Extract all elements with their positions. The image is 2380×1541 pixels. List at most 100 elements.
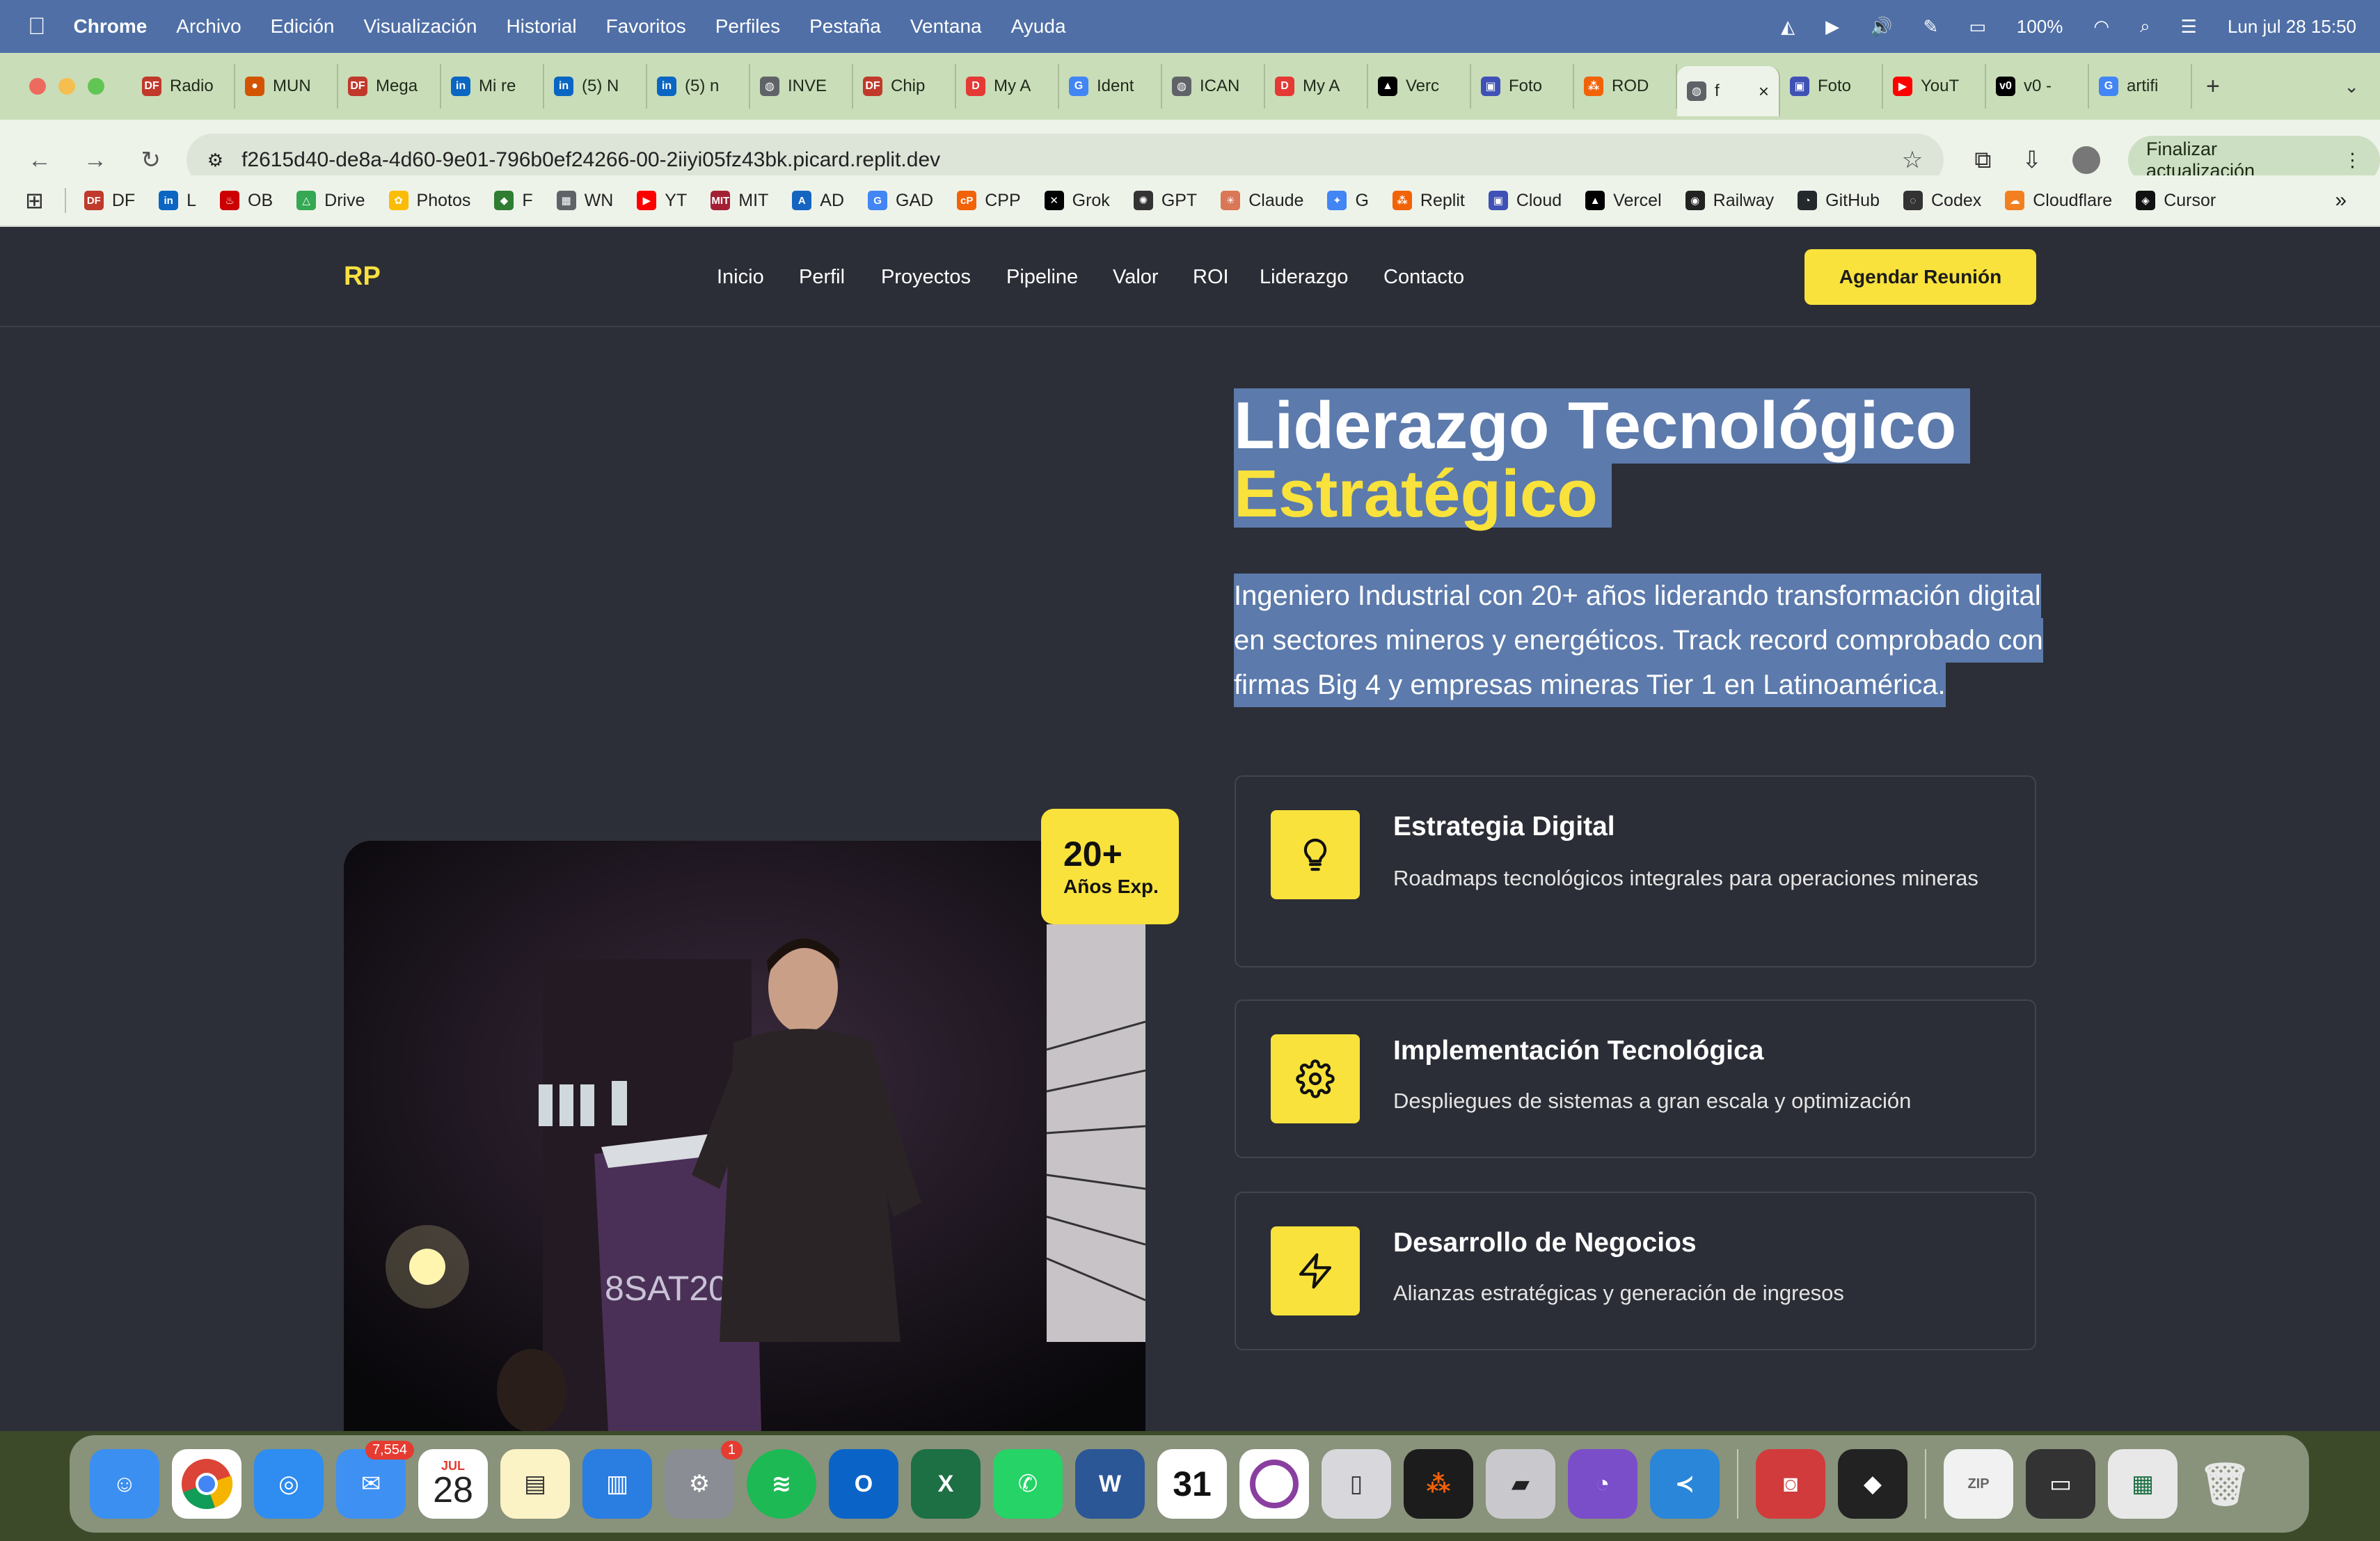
menu-visualizacion[interactable]: Visualización bbox=[364, 15, 477, 38]
whatsapp-app-icon[interactable]: ✆ bbox=[993, 1449, 1063, 1519]
bookmark-item[interactable]: △ Drive bbox=[296, 191, 365, 211]
control-center-icon[interactable]: ☰ bbox=[2181, 16, 2197, 38]
parallels-app-icon[interactable]: ▰ bbox=[1486, 1449, 1555, 1519]
bookmark-item[interactable]: ◈ Cursor bbox=[2136, 191, 2216, 211]
outlook-app-icon[interactable]: O bbox=[829, 1449, 898, 1519]
back-arrow-icon[interactable]: ← bbox=[24, 147, 56, 174]
browser-tab[interactable]: DF Chip bbox=[853, 64, 956, 109]
browser-tab[interactable]: D My A bbox=[1265, 64, 1368, 109]
bookmark-item[interactable]: ☁ Cloudflare bbox=[2005, 191, 2112, 211]
bookmark-item[interactable]: G GAD bbox=[868, 191, 933, 211]
nav-proyectos[interactable]: Proyectos bbox=[881, 266, 971, 289]
forward-arrow-icon[interactable]: → bbox=[79, 147, 111, 174]
profile-avatar[interactable] bbox=[2072, 146, 2100, 174]
bookmark-item[interactable]: DF DF bbox=[84, 191, 135, 211]
drive-status-icon[interactable]: ◭ bbox=[1781, 16, 1795, 38]
battery-percent[interactable]: 100% bbox=[2017, 16, 2063, 38]
browser-tab[interactable]: ● MUN bbox=[235, 64, 338, 109]
menu-edicion[interactable]: Edición bbox=[271, 15, 335, 38]
nav-valor[interactable]: Valor bbox=[1113, 266, 1159, 289]
zip-archive-icon[interactable]: ZIP bbox=[1944, 1449, 2013, 1519]
menu-archivo[interactable]: Archivo bbox=[176, 15, 241, 38]
bookmark-item[interactable]: ◆ F bbox=[494, 191, 533, 211]
menu-ayuda[interactable]: Ayuda bbox=[1011, 15, 1066, 38]
close-window-button[interactable] bbox=[29, 78, 46, 95]
extensions-icon[interactable]: ⧉ bbox=[1974, 147, 1991, 174]
browser-tab[interactable]: ▣ Foto bbox=[1780, 64, 1883, 109]
mail-app-icon[interactable]: ✉ 7,554 bbox=[336, 1441, 414, 1519]
browser-tab[interactable]: ◍ ICAN bbox=[1162, 64, 1265, 109]
bookmark-item[interactable]: ✿ Photos bbox=[388, 191, 470, 211]
bookmark-item[interactable]: ✳ Claude bbox=[1221, 191, 1303, 211]
bookmark-item[interactable]: ▣ Cloud bbox=[1488, 191, 1562, 211]
browser-tab[interactable]: ▲ Verc bbox=[1368, 64, 1471, 109]
site-logo[interactable]: RP bbox=[344, 262, 381, 292]
screenshot-thumbnail-icon[interactable]: ▭ bbox=[2026, 1449, 2095, 1519]
apple-menu-icon[interactable]:  bbox=[28, 13, 46, 40]
browser-tab[interactable]: ◍ INVE bbox=[750, 64, 853, 109]
photo-booth-app-icon[interactable]: ◙ bbox=[1756, 1449, 1825, 1519]
menu-historial[interactable]: Historial bbox=[506, 15, 576, 38]
nav-inicio[interactable]: Inicio bbox=[717, 266, 764, 289]
replit-app-icon[interactable]: ⁂ bbox=[1404, 1449, 1473, 1519]
nav-perfil[interactable]: Perfil bbox=[799, 266, 845, 289]
github-desktop-app-icon[interactable]: ◔ bbox=[1568, 1449, 1637, 1519]
display-status-icon[interactable]: ▭ bbox=[1969, 16, 1986, 38]
schedule-meeting-button[interactable]: Agendar Reunión bbox=[1804, 249, 2036, 305]
bookmark-item[interactable]: MIT MIT bbox=[711, 191, 768, 211]
close-tab-icon[interactable]: × bbox=[1759, 81, 1769, 102]
more-bookmarks-icon[interactable]: » bbox=[2335, 189, 2347, 212]
bookmark-item[interactable]: in L bbox=[159, 191, 196, 211]
bookmark-star-icon[interactable]: ☆ bbox=[1902, 146, 1923, 174]
apps-grid-icon[interactable]: ⊞ bbox=[25, 187, 44, 214]
browser-tab[interactable]: in (5) n bbox=[647, 64, 750, 109]
notes-app-icon[interactable]: ▤ bbox=[500, 1449, 570, 1519]
browser-tab[interactable]: ◍ f × bbox=[1677, 66, 1780, 116]
nav-pipeline[interactable]: Pipeline bbox=[1006, 266, 1078, 289]
browser-tab[interactable]: DF Mega bbox=[338, 64, 441, 109]
zoom-window-button[interactable] bbox=[88, 78, 104, 95]
bookmark-item[interactable]: ✺ GPT bbox=[1133, 191, 1197, 211]
menu-app-name[interactable]: Chrome bbox=[74, 15, 148, 38]
play-status-icon[interactable]: ▶ bbox=[1825, 16, 1839, 38]
menu-perfiles[interactable]: Perfiles bbox=[715, 15, 780, 38]
system-settings-app-icon[interactable]: ⚙ 1 bbox=[665, 1441, 743, 1519]
browser-tab[interactable]: in Mi re bbox=[441, 64, 544, 109]
card-estrategia-digital[interactable]: Estrategia Digital Roadmaps tecnológicos… bbox=[1235, 775, 2036, 967]
download-icon[interactable]: ⇩ bbox=[2022, 146, 2042, 174]
menu-ventana[interactable]: Ventana bbox=[910, 15, 982, 38]
new-tab-icon[interactable]: + bbox=[2206, 73, 2220, 100]
reload-icon[interactable]: ↻ bbox=[135, 146, 167, 174]
calendar2-app-icon[interactable]: 31 bbox=[1157, 1449, 1227, 1519]
card-implementacion-tecnologica[interactable]: Implementación Tecnológica Despliegues d… bbox=[1235, 999, 2036, 1158]
excel-app-icon[interactable]: X bbox=[911, 1449, 981, 1519]
chrome-app-icon[interactable] bbox=[172, 1449, 241, 1519]
browser-tab[interactable]: Gartifi bbox=[2089, 64, 2192, 109]
menu-pestana[interactable]: Pestaña bbox=[809, 15, 881, 38]
address-url[interactable]: f2615d40-de8a-4d60-9e01-796b0ef24266-00-… bbox=[241, 148, 940, 172]
pen-status-icon[interactable]: ✎ bbox=[1923, 16, 1939, 38]
bookmark-item[interactable]: ✕ Grok bbox=[1044, 191, 1110, 211]
bookmark-item[interactable]: ♨ OB bbox=[220, 191, 273, 211]
bookmark-item[interactable]: ◔ GitHub bbox=[1798, 191, 1880, 211]
browser-tab[interactable]: ▣ Foto bbox=[1471, 64, 1574, 109]
tab-search-chevron-icon[interactable]: ⌄ bbox=[2344, 76, 2359, 97]
bookmark-item[interactable]: A AD bbox=[792, 191, 844, 211]
unity-app-icon[interactable]: ◆ bbox=[1838, 1449, 1907, 1519]
finder-app-icon[interactable]: ☺ bbox=[90, 1449, 159, 1519]
bookmark-item[interactable]: ◉ Railway bbox=[1685, 191, 1774, 211]
safari-app-icon[interactable]: ◎ bbox=[254, 1449, 324, 1519]
nav-contacto[interactable]: Contacto bbox=[1383, 266, 1464, 289]
nav-roi[interactable]: ROI bbox=[1193, 266, 1229, 289]
wifi-icon[interactable]: ◠ bbox=[2093, 16, 2109, 38]
volume-icon[interactable]: 🔊 bbox=[1870, 16, 1892, 38]
minimize-window-button[interactable] bbox=[58, 78, 75, 95]
bookmark-item[interactable]: ▲ Vercel bbox=[1585, 191, 1662, 211]
spreadsheet-thumbnail-icon[interactable]: ▦ bbox=[2108, 1449, 2177, 1519]
spotify-app-icon[interactable]: ≋ bbox=[747, 1449, 816, 1519]
bookmark-item[interactable]: ▦ WN bbox=[556, 191, 613, 211]
screen-recorder-app-icon[interactable] bbox=[1239, 1449, 1309, 1519]
site-info-icon[interactable]: ⚙ bbox=[207, 150, 223, 171]
calendar-app-icon[interactable]: JUL 28 bbox=[418, 1449, 488, 1519]
card-desarrollo-negocios[interactable]: Desarrollo de Negocios Alianzas estratég… bbox=[1235, 1192, 2036, 1350]
